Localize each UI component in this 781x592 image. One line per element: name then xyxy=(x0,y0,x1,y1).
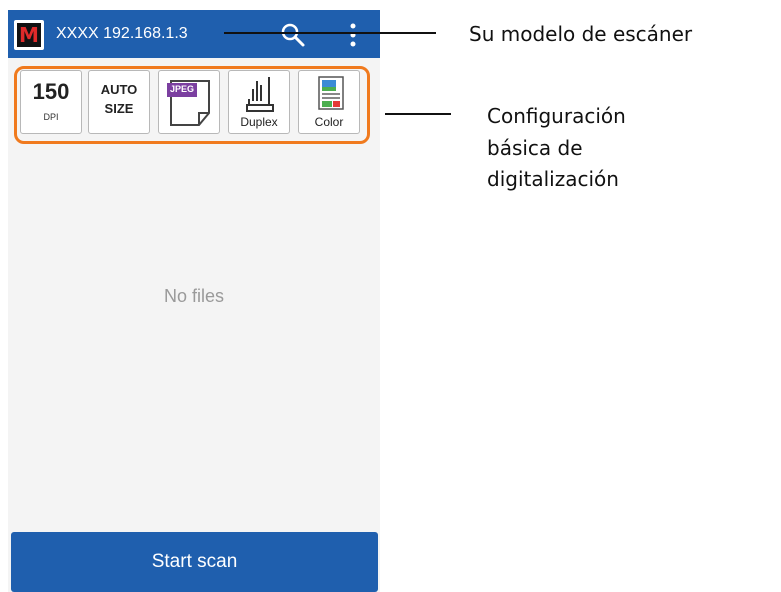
scanner-model-title: XXXX 192.168.1.3 xyxy=(56,25,188,42)
file-format-button[interactable]: JPEG xyxy=(158,70,220,134)
paper-size-button[interactable]: AUTO SIZE xyxy=(88,70,150,134)
resolution-value: 150 xyxy=(32,79,70,104)
settings-callout-line2: básica de xyxy=(487,136,583,160)
empty-file-list-message: No files xyxy=(163,286,225,306)
jpeg-file-icon xyxy=(167,80,210,126)
model-callout-line xyxy=(224,32,436,34)
app-bar: M XXXX 192.168.1.3 xyxy=(8,10,380,58)
resolution-unit: DPI xyxy=(43,112,59,122)
resolution-button[interactable]: 150 DPI xyxy=(20,70,82,134)
paper-size-line2: SIZE xyxy=(104,101,134,116)
search-button[interactable] xyxy=(280,22,306,48)
paper-size-line1: AUTO xyxy=(100,82,138,97)
scan-side-label: Duplex xyxy=(240,115,278,129)
start-scan-button[interactable]: Start scan xyxy=(11,532,378,592)
more-vert-icon xyxy=(350,23,356,47)
color-mode-button[interactable]: Color xyxy=(298,70,360,134)
app-logo-letter: M xyxy=(17,23,41,47)
scan-side-button[interactable]: Duplex xyxy=(228,70,290,134)
scanner-app-screen: M XXXX 192.168.1.3 150 DPI AUTO SIZE JPE… xyxy=(8,10,380,592)
model-callout-text: Su modelo de escáner xyxy=(469,22,693,46)
app-logo: M xyxy=(14,20,44,50)
settings-callout-line xyxy=(385,113,451,115)
overflow-menu-button[interactable] xyxy=(346,22,360,48)
search-icon xyxy=(281,23,305,47)
settings-callout-line3: digitalización xyxy=(487,167,619,191)
jpeg-badge: JPEG xyxy=(169,84,194,94)
color-mode-label: Color xyxy=(314,115,344,129)
settings-callout-line1: Configuración xyxy=(487,104,626,128)
